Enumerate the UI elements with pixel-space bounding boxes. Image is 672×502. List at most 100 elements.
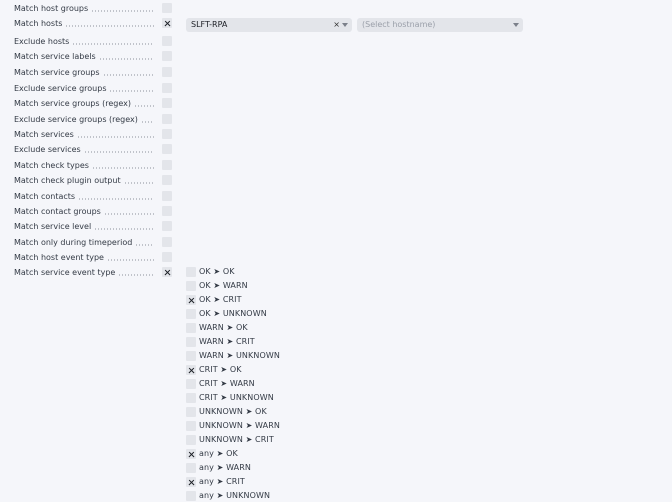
event-type-label: OK ➤ OK bbox=[199, 267, 235, 276]
event-type-option[interactable]: any ➤ WARN bbox=[186, 462, 316, 474]
condition-label: Match service groups (regex) bbox=[14, 97, 154, 111]
chevron-down-icon[interactable] bbox=[342, 23, 348, 27]
event-type-checkbox[interactable] bbox=[186, 281, 196, 291]
condition-checkbox[interactable] bbox=[162, 237, 172, 247]
dotted-leader bbox=[102, 74, 154, 76]
hostname-select[interactable]: (Select hostname) bbox=[357, 18, 523, 32]
event-type-option[interactable]: CRIT ➤ UNKNOWN bbox=[186, 392, 316, 404]
condition-label-text: Match only during timeperiod bbox=[14, 238, 133, 247]
event-type-option[interactable]: WARN ➤ UNKNOWN bbox=[186, 350, 316, 362]
condition-row: Match host groups bbox=[14, 2, 176, 16]
condition-label-text: Match service groups (regex) bbox=[14, 99, 131, 108]
event-type-option[interactable]: OK ➤ WARN bbox=[186, 280, 316, 292]
condition-checkbox[interactable] bbox=[162, 175, 172, 185]
event-type-option[interactable]: OK ➤ UNKNOWN bbox=[186, 308, 316, 320]
condition-checkbox[interactable] bbox=[162, 144, 172, 154]
event-type-option[interactable]: CRIT ➤ WARN bbox=[186, 378, 316, 390]
dotted-leader bbox=[76, 136, 154, 138]
event-type-checkbox[interactable] bbox=[186, 267, 196, 277]
dotted-leader bbox=[109, 90, 154, 92]
dotted-leader bbox=[103, 213, 154, 215]
event-type-label: CRIT ➤ WARN bbox=[199, 379, 255, 388]
event-type-label: any ➤ OK bbox=[199, 449, 238, 458]
condition-label: Match services bbox=[14, 128, 154, 142]
dotted-leader bbox=[91, 10, 154, 12]
condition-label: Match host groups bbox=[14, 2, 154, 16]
event-type-option[interactable]: any ➤ UNKNOWN bbox=[186, 490, 316, 502]
event-type-option[interactable]: UNKNOWN ➤ OK bbox=[186, 406, 316, 418]
condition-label: Match contacts bbox=[14, 190, 154, 204]
condition-row: Match service groups bbox=[14, 66, 176, 80]
condition-label: Match service groups bbox=[14, 66, 154, 80]
condition-checkbox[interactable] bbox=[162, 129, 172, 139]
condition-checkbox[interactable] bbox=[162, 191, 172, 201]
condition-label-text: Match services bbox=[14, 130, 74, 139]
condition-row: Match services bbox=[14, 128, 176, 142]
event-type-checkbox[interactable] bbox=[186, 393, 196, 403]
condition-row: Exclude hosts bbox=[14, 35, 176, 49]
event-type-option[interactable]: WARN ➤ OK bbox=[186, 322, 316, 334]
event-type-label: any ➤ UNKNOWN bbox=[199, 491, 271, 500]
host-select-value: SLFT-RPA bbox=[191, 20, 228, 29]
condition-label: Match only during timeperiod bbox=[14, 236, 154, 250]
event-type-option[interactable]: WARN ➤ CRIT bbox=[186, 336, 316, 348]
condition-row: Match service groups (regex) bbox=[14, 97, 176, 111]
event-type-checkbox[interactable] bbox=[186, 337, 196, 347]
event-type-checkbox[interactable] bbox=[186, 435, 196, 445]
condition-label-text: Match service labels bbox=[14, 52, 96, 61]
condition-row: Match check types bbox=[14, 159, 176, 173]
dotted-leader bbox=[98, 58, 154, 60]
condition-label: Match contact groups bbox=[14, 205, 154, 219]
host-select[interactable]: SLFT-RPA × bbox=[186, 18, 352, 32]
event-type-checkbox[interactable] bbox=[186, 295, 196, 305]
condition-checkbox[interactable] bbox=[162, 98, 172, 108]
condition-row: Match contact groups bbox=[14, 205, 176, 219]
condition-row: Match only during timeperiod bbox=[14, 236, 176, 250]
condition-checkbox[interactable] bbox=[162, 114, 172, 124]
condition-checkbox[interactable] bbox=[162, 18, 172, 28]
event-type-option[interactable]: OK ➤ CRIT bbox=[186, 294, 316, 306]
event-type-checkbox[interactable] bbox=[186, 477, 196, 487]
condition-label: Match check types bbox=[14, 159, 154, 173]
event-type-label: OK ➤ WARN bbox=[199, 281, 248, 290]
condition-label-text: Match hosts bbox=[14, 19, 63, 28]
hostname-select-placeholder: (Select hostname) bbox=[362, 20, 436, 29]
condition-label-text: Match contact groups bbox=[14, 207, 101, 216]
event-type-checkbox[interactable] bbox=[186, 351, 196, 361]
event-type-checkbox[interactable] bbox=[186, 463, 196, 473]
condition-checkbox[interactable] bbox=[162, 221, 172, 231]
event-type-option[interactable]: UNKNOWN ➤ WARN bbox=[186, 420, 316, 432]
condition-checkbox[interactable] bbox=[162, 267, 172, 277]
event-type-option[interactable]: any ➤ CRIT bbox=[186, 476, 316, 488]
clear-selection-icon[interactable]: × bbox=[333, 18, 340, 32]
event-type-checkbox[interactable] bbox=[186, 407, 196, 417]
event-type-option[interactable]: any ➤ OK bbox=[186, 448, 316, 460]
event-type-checkbox[interactable] bbox=[186, 309, 196, 319]
condition-checkbox[interactable] bbox=[162, 3, 172, 13]
event-type-option[interactable]: UNKNOWN ➤ CRIT bbox=[186, 434, 316, 446]
condition-row: Exclude service groups (regex) bbox=[14, 113, 176, 127]
event-type-checkbox[interactable] bbox=[186, 449, 196, 459]
condition-label: Exclude hosts bbox=[14, 35, 154, 49]
condition-checkbox[interactable] bbox=[162, 67, 172, 77]
condition-label-text: Exclude hosts bbox=[14, 37, 70, 46]
event-type-label: OK ➤ CRIT bbox=[199, 295, 242, 304]
event-type-option[interactable]: CRIT ➤ OK bbox=[186, 364, 316, 376]
event-type-label: any ➤ WARN bbox=[199, 463, 251, 472]
event-type-option[interactable]: OK ➤ OK bbox=[186, 266, 316, 278]
condition-row: Match contacts bbox=[14, 190, 176, 204]
condition-checkbox[interactable] bbox=[162, 83, 172, 93]
event-type-checkbox[interactable] bbox=[186, 379, 196, 389]
condition-row: Match service event type bbox=[14, 266, 176, 280]
chevron-down-icon[interactable] bbox=[513, 23, 519, 27]
event-type-checkbox[interactable] bbox=[186, 421, 196, 431]
event-type-checkbox[interactable] bbox=[186, 323, 196, 333]
event-type-label: OK ➤ UNKNOWN bbox=[199, 309, 267, 318]
condition-checkbox[interactable] bbox=[162, 160, 172, 170]
condition-label-text: Match host groups bbox=[14, 4, 89, 13]
event-type-checkbox[interactable] bbox=[186, 365, 196, 375]
condition-checkbox[interactable] bbox=[162, 51, 172, 61]
condition-checkbox[interactable] bbox=[162, 36, 172, 46]
condition-checkbox[interactable] bbox=[162, 252, 172, 262]
condition-checkbox[interactable] bbox=[162, 206, 172, 216]
